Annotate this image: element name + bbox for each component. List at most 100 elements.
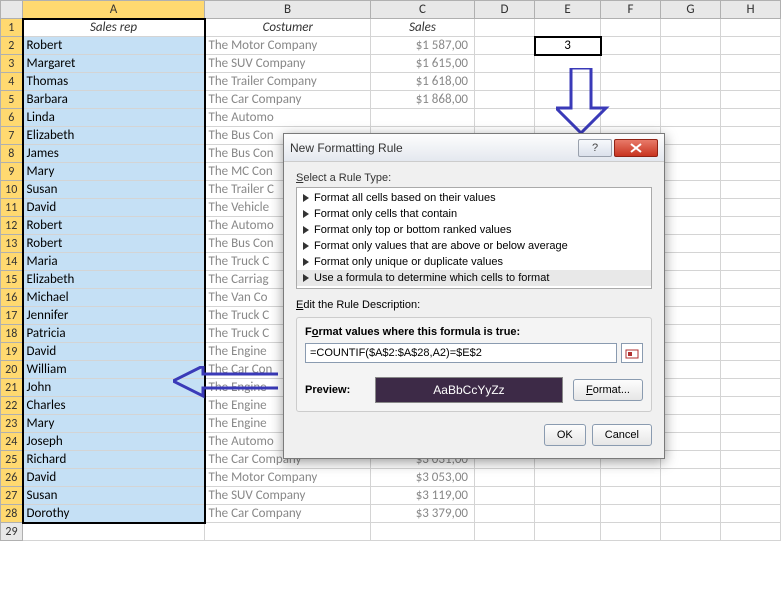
cell[interactable]: Elizabeth [23, 127, 205, 145]
cell[interactable] [721, 73, 781, 91]
cell[interactable] [535, 487, 601, 505]
rule-type-item[interactable]: Format all cells based on their values [297, 190, 651, 206]
cell[interactable] [475, 469, 535, 487]
cell[interactable] [475, 55, 535, 73]
row-header[interactable]: 21 [1, 379, 23, 397]
cell[interactable] [721, 325, 781, 343]
cell[interactable] [601, 469, 661, 487]
cell[interactable] [661, 91, 721, 109]
cell[interactable]: The Automo [205, 109, 371, 127]
cell[interactable] [535, 55, 601, 73]
cell[interactable] [601, 109, 661, 127]
cell[interactable] [661, 73, 721, 91]
collapse-dialog-button[interactable] [621, 343, 643, 363]
row-header[interactable]: 4 [1, 73, 23, 91]
cell[interactable] [721, 307, 781, 325]
row-header[interactable]: 22 [1, 397, 23, 415]
cell[interactable]: Margaret [23, 55, 205, 73]
cell[interactable]: $1 615,00 [371, 55, 475, 73]
cell[interactable]: Susan [23, 487, 205, 505]
cell[interactable] [661, 37, 721, 55]
cell[interactable] [23, 523, 205, 541]
cell[interactable]: Barbara [23, 91, 205, 109]
cell[interactable]: David [23, 469, 205, 487]
cell[interactable] [661, 253, 721, 271]
cell[interactable]: Joseph [23, 433, 205, 451]
rule-type-item[interactable]: Format only unique or duplicate values [297, 254, 651, 270]
cell[interactable]: Michael [23, 289, 205, 307]
column-header-F[interactable]: F [601, 1, 661, 19]
column-header-D[interactable]: D [475, 1, 535, 19]
cell[interactable] [721, 361, 781, 379]
cell[interactable]: The SUV Company [205, 55, 371, 73]
cell[interactable]: Richard [23, 451, 205, 469]
cell[interactable] [721, 271, 781, 289]
cell[interactable] [721, 19, 781, 37]
row-header[interactable]: 1 [1, 19, 23, 37]
row-header[interactable]: 8 [1, 145, 23, 163]
cell[interactable]: The SUV Company [205, 487, 371, 505]
cell[interactable] [475, 109, 535, 127]
row-header[interactable]: 24 [1, 433, 23, 451]
column-header-G[interactable]: G [661, 1, 721, 19]
cell[interactable] [661, 181, 721, 199]
cell[interactable]: Sales [371, 19, 475, 37]
cell[interactable]: Robert [23, 217, 205, 235]
cell[interactable] [475, 523, 535, 541]
cell[interactable]: $3 053,00 [371, 469, 475, 487]
cell[interactable] [721, 415, 781, 433]
cell-E2[interactable]: 3 [535, 37, 601, 55]
cell[interactable] [661, 343, 721, 361]
cell[interactable] [721, 451, 781, 469]
cell[interactable] [601, 91, 661, 109]
cell[interactable] [721, 163, 781, 181]
cell[interactable]: Sales rep [23, 19, 205, 37]
select-all-corner[interactable] [1, 1, 23, 19]
format-button[interactable]: Format... [573, 379, 643, 401]
cell[interactable]: Charles [23, 397, 205, 415]
row-header[interactable]: 11 [1, 199, 23, 217]
row-header[interactable]: 10 [1, 181, 23, 199]
cell[interactable] [661, 199, 721, 217]
cell[interactable] [721, 253, 781, 271]
cell[interactable] [475, 487, 535, 505]
row-header[interactable]: 2 [1, 37, 23, 55]
cell[interactable] [535, 91, 601, 109]
cell[interactable] [661, 451, 721, 469]
cell[interactable] [601, 505, 661, 523]
column-header-H[interactable]: H [721, 1, 781, 19]
cell[interactable]: The Car Company [205, 505, 371, 523]
cell[interactable]: Dorothy [23, 505, 205, 523]
cell[interactable]: The Car Company [205, 91, 371, 109]
cell[interactable] [721, 37, 781, 55]
rule-type-item[interactable]: Format only values that are above or bel… [297, 238, 651, 254]
cell[interactable] [661, 505, 721, 523]
cell[interactable] [721, 55, 781, 73]
cell[interactable] [721, 343, 781, 361]
cell[interactable]: William [23, 361, 205, 379]
cell[interactable]: James [23, 145, 205, 163]
cell[interactable] [601, 19, 661, 37]
cell[interactable] [661, 271, 721, 289]
cell[interactable] [661, 361, 721, 379]
cell[interactable] [721, 379, 781, 397]
row-header[interactable]: 19 [1, 343, 23, 361]
cell[interactable] [721, 127, 781, 145]
cell[interactable] [661, 307, 721, 325]
cell[interactable] [535, 73, 601, 91]
cell[interactable] [721, 487, 781, 505]
cell[interactable]: David [23, 343, 205, 361]
cell[interactable] [661, 289, 721, 307]
row-header[interactable]: 5 [1, 91, 23, 109]
cancel-button[interactable]: Cancel [592, 424, 652, 446]
cell[interactable] [601, 523, 661, 541]
row-header[interactable]: 27 [1, 487, 23, 505]
cell[interactable]: The Motor Company [205, 469, 371, 487]
row-header[interactable]: 3 [1, 55, 23, 73]
row-header[interactable]: 29 [1, 523, 23, 541]
cell[interactable] [475, 37, 535, 55]
rule-type-item[interactable]: Format only cells that contain [297, 206, 651, 222]
rule-type-item[interactable]: Use a formula to determine which cells t… [297, 270, 651, 286]
cell[interactable] [661, 127, 721, 145]
cell[interactable] [661, 379, 721, 397]
